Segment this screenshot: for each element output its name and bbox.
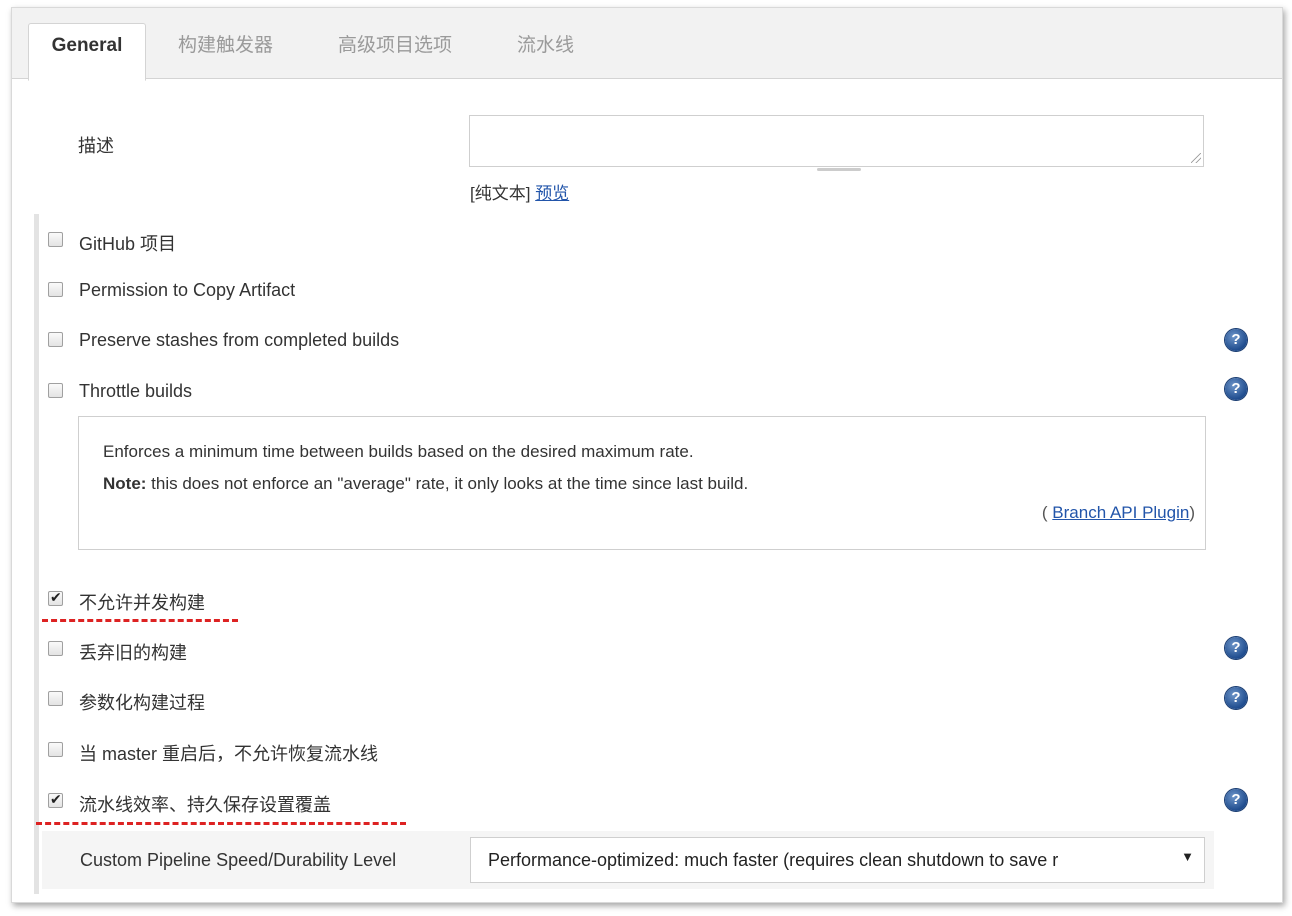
option-label: 参数化构建过程 <box>79 693 205 713</box>
github-project-checkbox[interactable] <box>48 232 63 247</box>
question-mark-icon[interactable]: ? <box>1225 378 1247 400</box>
description-textarea[interactable] <box>469 115 1204 167</box>
question-mark-icon[interactable]: ? <box>1225 329 1247 351</box>
no-resume-checkbox[interactable] <box>48 742 63 757</box>
tab-general[interactable]: General <box>28 23 146 81</box>
disable-concurrent-checkbox[interactable] <box>48 589 63 606</box>
throttle-builds-checkbox[interactable] <box>48 383 63 398</box>
selected-option: Performance-optimized: much faster (requ… <box>488 850 1059 870</box>
tab-advanced-options[interactable]: 高级项目选项 <box>338 24 452 76</box>
question-mark-icon[interactable]: ? <box>1225 687 1247 709</box>
durability-override-checkbox[interactable] <box>48 791 63 808</box>
job-config-panel: General 构建触发器 高级项目选项 流水线 描述 [纯文本] 预览 Git… <box>11 7 1283 903</box>
annotation-underline <box>36 822 406 825</box>
format-plain-text: [纯文本] <box>470 184 531 203</box>
option-label: 流水线效率、持久保存设置覆盖 <box>79 795 331 815</box>
permission-copy-artifact-checkbox[interactable] <box>48 282 63 297</box>
preview-link[interactable]: 预览 <box>535 184 569 203</box>
option-label: Permission to Copy Artifact <box>79 280 296 300</box>
section-rule <box>34 214 39 894</box>
plugin-attribution: ( Branch API Plugin) <box>1042 503 1195 523</box>
speed-durability-label: Custom Pipeline Speed/Durability Level <box>80 850 397 870</box>
description-format-row: [纯文本] 预览 <box>470 179 569 204</box>
tab-pipeline[interactable]: 流水线 <box>517 24 574 76</box>
option-label: Throttle builds <box>79 381 193 401</box>
question-mark-icon[interactable]: ? <box>1225 637 1247 659</box>
discard-old-builds-checkbox[interactable] <box>48 641 63 656</box>
branch-api-plugin-link[interactable]: Branch API Plugin <box>1052 503 1189 522</box>
description-label: 描述 <box>78 136 114 156</box>
annotation-underline <box>42 619 238 622</box>
help-text: Enforces a minimum time between builds b… <box>103 442 694 461</box>
note-text: this does not enforce an "average" rate,… <box>146 474 749 493</box>
throttle-help-box: Enforces a minimum time between builds b… <box>78 416 1206 550</box>
help-note: Note: this does not enforce an "average"… <box>103 474 748 494</box>
speed-durability-select[interactable]: Performance-optimized: much faster (requ… <box>470 837 1205 883</box>
dropdown-arrow-icon: ▼ <box>1181 849 1194 864</box>
tab-build-triggers[interactable]: 构建触发器 <box>178 24 273 76</box>
resize-handle-icon[interactable] <box>1191 153 1201 163</box>
option-label: 当 master 重启后，不允许恢复流水线 <box>79 744 379 764</box>
tab-bar: General 构建触发器 高级项目选项 流水线 <box>12 8 1282 81</box>
option-label: GitHub 项目 <box>79 234 177 254</box>
parameterized-build-checkbox[interactable] <box>48 691 63 706</box>
paren-close: ) <box>1189 503 1195 522</box>
option-label: Preserve stashes from completed builds <box>79 330 400 350</box>
textarea-grip[interactable] <box>817 168 861 171</box>
question-mark-icon[interactable]: ? <box>1225 789 1247 811</box>
option-label: 丢弃旧的构建 <box>79 643 187 663</box>
note-label: Note: <box>103 474 147 493</box>
preserve-stashes-checkbox[interactable] <box>48 332 63 347</box>
speed-durability-row: Custom Pipeline Speed/Durability Level P… <box>42 831 1214 889</box>
paren-open: ( <box>1041 503 1053 522</box>
option-label: 不允许并发构建 <box>79 593 205 613</box>
